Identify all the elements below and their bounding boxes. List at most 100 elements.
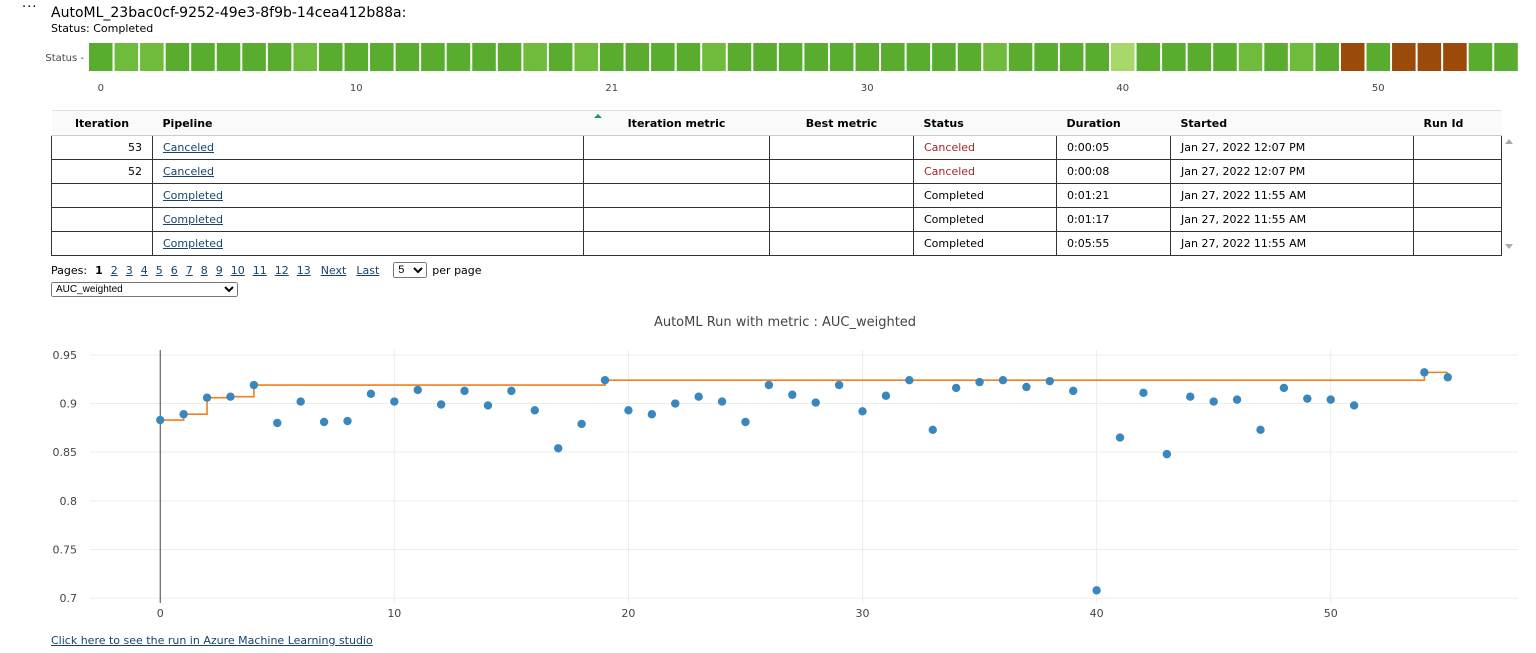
data-point[interactable]: [717, 397, 727, 406]
data-point[interactable]: [413, 385, 422, 395]
col-started[interactable]: Started: [1170, 110, 1414, 136]
data-point[interactable]: [975, 377, 984, 387]
data-point[interactable]: [1162, 449, 1172, 459]
status-cell[interactable]: [1111, 43, 1135, 71]
status-cell[interactable]: [472, 43, 496, 71]
status-cell[interactable]: [829, 43, 854, 71]
data-point[interactable]: [202, 393, 212, 402]
data-point[interactable]: [273, 418, 282, 428]
data-point[interactable]: [881, 391, 891, 400]
table-row[interactable]: Completed Completed 0:01:21 Jan 27, 2022…: [51, 183, 1502, 208]
pipeline-link[interactable]: Completed: [163, 237, 223, 250]
status-cell[interactable]: [1468, 43, 1493, 71]
data-point[interactable]: [928, 425, 937, 434]
page-link[interactable]: 2: [111, 264, 118, 277]
data-point[interactable]: [156, 415, 165, 425]
studio-link[interactable]: Click here to see the run in Azure Machi…: [51, 634, 373, 647]
data-point[interactable]: [1069, 386, 1078, 396]
status-cell[interactable]: [344, 43, 369, 71]
data-point[interactable]: [553, 444, 563, 453]
data-point[interactable]: [694, 392, 703, 401]
status-cell[interactable]: [1008, 43, 1033, 71]
status-cell[interactable]: [1315, 43, 1339, 71]
page-link[interactable]: 12: [275, 264, 289, 277]
col-iteration-metric[interactable]: Iteration metric: [583, 110, 770, 136]
data-point[interactable]: [741, 417, 750, 427]
data-point[interactable]: [647, 410, 657, 419]
status-cell[interactable]: [855, 43, 880, 71]
status-cell[interactable]: [446, 43, 471, 71]
data-point[interactable]: [296, 397, 305, 406]
status-cell[interactable]: [1187, 43, 1212, 71]
page-link[interactable]: 13: [297, 264, 311, 277]
data-point[interactable]: [343, 416, 352, 426]
status-cell[interactable]: [1289, 43, 1314, 71]
data-point[interactable]: [366, 389, 376, 398]
status-cell[interactable]: [1264, 43, 1288, 71]
data-point[interactable]: [1115, 433, 1125, 442]
status-cell[interactable]: [140, 43, 164, 71]
page-link[interactable]: 7: [186, 264, 193, 277]
table-scrollbar[interactable]: [1501, 134, 1518, 254]
data-point[interactable]: [530, 406, 539, 415]
data-point[interactable]: [507, 386, 516, 396]
data-point[interactable]: [788, 390, 797, 399]
status-cell[interactable]: [676, 43, 701, 71]
status-cell[interactable]: [651, 43, 675, 71]
data-point[interactable]: [1045, 376, 1055, 386]
data-point[interactable]: [671, 399, 680, 408]
status-cell[interactable]: [1213, 43, 1237, 71]
data-point[interactable]: [436, 400, 446, 409]
data-point[interactable]: [834, 380, 844, 390]
data-point[interactable]: [905, 375, 914, 385]
scroll-down-icon[interactable]: [1505, 244, 1513, 249]
status-cell[interactable]: [395, 43, 420, 71]
col-best-metric[interactable]: Best metric: [769, 110, 914, 136]
data-point[interactable]: [483, 401, 493, 410]
col-run-id[interactable]: Run Id: [1413, 110, 1502, 136]
status-cell[interactable]: [216, 43, 241, 71]
next-page-link[interactable]: Next: [321, 264, 347, 277]
data-point[interactable]: [1022, 382, 1031, 392]
data-point[interactable]: [1303, 394, 1312, 403]
status-cell[interactable]: [1340, 43, 1365, 71]
status-cell[interactable]: [1443, 43, 1467, 71]
table-row[interactable]: Completed Completed 0:01:17 Jan 27, 2022…: [51, 207, 1502, 232]
page-link[interactable]: 6: [171, 264, 178, 277]
status-cell[interactable]: [753, 43, 777, 71]
data-point[interactable]: [624, 406, 633, 415]
data-point[interactable]: [1256, 425, 1265, 434]
table-row[interactable]: 53 Canceled Canceled 0:00:05 Jan 27, 202…: [51, 135, 1502, 160]
col-pipeline[interactable]: Pipeline: [152, 110, 584, 136]
data-point[interactable]: [1209, 397, 1218, 406]
status-cell[interactable]: [932, 43, 956, 71]
data-point[interactable]: [1279, 383, 1289, 393]
scroll-up-icon[interactable]: [1505, 139, 1513, 144]
status-cell[interactable]: [523, 43, 547, 71]
data-point[interactable]: [1349, 401, 1359, 410]
status-cell[interactable]: [906, 43, 931, 71]
status-cell[interactable]: [625, 43, 650, 71]
data-point[interactable]: [460, 386, 469, 396]
data-point[interactable]: [811, 398, 820, 407]
status-cell[interactable]: [1059, 43, 1084, 71]
status-cell[interactable]: [1034, 43, 1058, 71]
status-cell[interactable]: [804, 43, 828, 71]
table-row[interactable]: Completed Completed 0:05:55 Jan 27, 2022…: [51, 231, 1502, 256]
data-point[interactable]: [600, 375, 610, 385]
col-iteration[interactable]: Iteration: [51, 110, 153, 136]
page-link[interactable]: 4: [141, 264, 148, 277]
status-cell[interactable]: [983, 43, 1007, 71]
table-row[interactable]: 52 Canceled Canceled 0:00:08 Jan 27, 202…: [51, 159, 1502, 184]
status-cell[interactable]: [1162, 43, 1186, 71]
status-cell[interactable]: [1136, 43, 1161, 71]
data-point[interactable]: [319, 417, 329, 427]
page-link[interactable]: 5: [156, 264, 163, 277]
more-icon[interactable]: ···: [22, 0, 37, 15]
status-cell[interactable]: [1494, 43, 1518, 71]
status-cell[interactable]: [881, 43, 905, 71]
data-point[interactable]: [1443, 373, 1452, 382]
page-link[interactable]: 9: [216, 264, 223, 277]
page-link[interactable]: 11: [253, 264, 267, 277]
status-cell[interactable]: [89, 43, 113, 71]
